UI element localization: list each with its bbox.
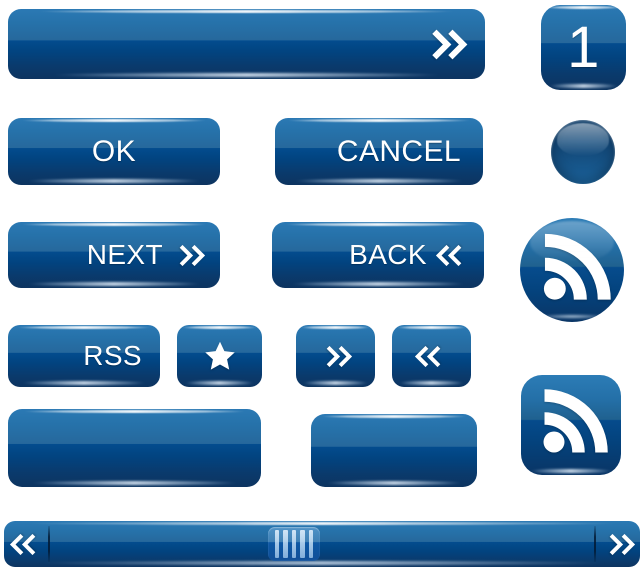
scroll-left-button[interactable]	[4, 521, 48, 567]
number-badge-value: 1	[567, 14, 600, 80]
sphere-highlight-icon	[530, 221, 614, 263]
top-rim-highlight	[23, 522, 621, 525]
rss-button[interactable]: RSS	[8, 325, 160, 387]
ok-button-label: OK	[91, 134, 137, 168]
sphere-rim-icon	[551, 120, 615, 184]
bottom-glow-icon	[536, 314, 608, 319]
double-chevron-right-icon	[171, 244, 206, 266]
blank-small-button[interactable]	[311, 414, 477, 487]
double-chevron-right-icon	[421, 29, 468, 59]
scrollbar-divider-left	[48, 526, 50, 562]
horizontal-scrollbar[interactable]	[4, 521, 640, 567]
next-button[interactable]: NEXT	[8, 222, 220, 288]
scroll-right-button[interactable]	[596, 521, 640, 567]
rss-button-label: RSS	[83, 340, 142, 371]
rss-round-button[interactable]	[520, 218, 624, 322]
banner-next-button[interactable]	[8, 9, 485, 79]
grip-line	[283, 530, 288, 558]
grip-line	[308, 530, 314, 558]
ok-button[interactable]: OK	[8, 118, 220, 185]
forward-button[interactable]	[296, 325, 375, 387]
double-chevron-left-icon	[435, 244, 470, 266]
glossy-sphere-button[interactable]	[551, 120, 615, 184]
double-chevron-left-icon	[414, 345, 449, 367]
double-chevron-right-icon	[601, 533, 635, 555]
cancel-button-label: CANCEL	[336, 134, 461, 168]
rewind-button[interactable]	[392, 325, 471, 387]
favorite-button[interactable]	[177, 325, 262, 387]
cancel-button[interactable]: CANCEL	[275, 118, 483, 185]
rss-feed-icon	[521, 375, 621, 475]
back-button[interactable]: BACK	[272, 222, 484, 288]
button-set-canvas: OK CANCEL NEXT BACK RSS 1	[0, 0, 644, 570]
rss-square-button[interactable]	[521, 375, 621, 475]
blank-wide-button[interactable]	[8, 409, 261, 487]
scrollbar-thumb[interactable]	[268, 527, 320, 561]
number-badge-button[interactable]: 1	[541, 5, 626, 90]
grip-line	[291, 530, 297, 558]
double-chevron-right-icon	[318, 345, 353, 367]
next-button-label: NEXT	[86, 239, 163, 270]
grip-line	[300, 530, 305, 558]
double-chevron-left-icon	[9, 533, 43, 555]
grip-line	[274, 530, 280, 558]
star-icon	[203, 339, 237, 373]
bottom-glow-icon	[35, 561, 609, 565]
back-button-label: BACK	[349, 239, 427, 270]
